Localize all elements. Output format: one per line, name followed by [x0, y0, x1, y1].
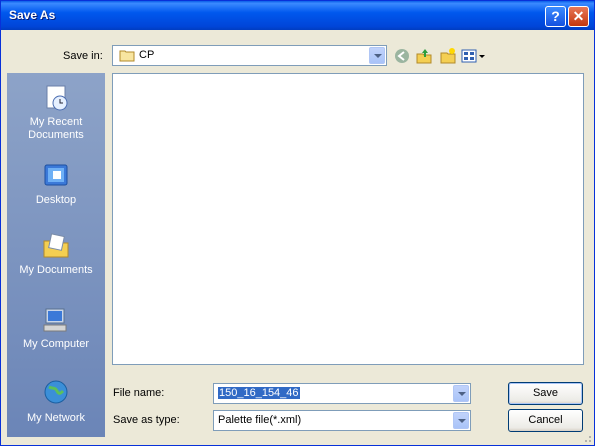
- save-as-dialog: Save As ? ✕ Save in: CP My Recent Docume…: [0, 0, 595, 446]
- file-name-value: 150_16_154_46: [218, 387, 300, 399]
- cancel-button[interactable]: Cancel: [508, 409, 583, 432]
- save-button[interactable]: Save: [508, 382, 583, 405]
- up-folder-icon[interactable]: [415, 47, 433, 65]
- folder-icon: [119, 48, 135, 65]
- place-desktop[interactable]: Desktop: [7, 161, 105, 207]
- save-in-label: Save in:: [63, 50, 103, 62]
- save-in-value: CP: [139, 49, 155, 61]
- window-title: Save As: [9, 8, 56, 22]
- file-name-input[interactable]: 150_16_154_46: [213, 383, 471, 404]
- place-my-documents[interactable]: My Documents: [7, 231, 105, 277]
- back-icon[interactable]: [393, 47, 411, 65]
- chevron-down-icon[interactable]: [453, 412, 469, 429]
- chevron-down-icon[interactable]: [369, 47, 385, 64]
- resize-grip-icon[interactable]: [582, 433, 592, 443]
- place-my-computer[interactable]: My Computer: [7, 305, 105, 351]
- save-as-type-dropdown[interactable]: Palette file(*.xml): [213, 410, 471, 431]
- views-menu-icon[interactable]: [461, 47, 487, 65]
- file-name-label: File name:: [113, 387, 165, 399]
- my-network-icon: [41, 379, 71, 409]
- place-my-recent-documents[interactable]: My Recent Documents: [7, 83, 105, 142]
- chevron-down-icon[interactable]: [453, 385, 469, 402]
- my-documents-icon: [41, 231, 71, 261]
- save-as-type-value: Palette file(*.xml): [218, 414, 302, 426]
- my-computer-icon: [41, 305, 71, 335]
- new-folder-icon[interactable]: [439, 47, 457, 65]
- close-button[interactable]: ✕: [568, 6, 589, 27]
- save-as-type-label: Save as type:: [113, 414, 180, 426]
- places-bar: My Recent Documents Desktop My Documents…: [7, 73, 105, 437]
- place-my-network[interactable]: My Network: [7, 379, 105, 425]
- help-button[interactable]: ?: [545, 6, 566, 27]
- recent-documents-icon: [41, 83, 71, 113]
- file-list[interactable]: [112, 73, 584, 365]
- title-bar[interactable]: Save As ? ✕: [1, 1, 594, 30]
- save-in-dropdown[interactable]: CP: [112, 45, 387, 66]
- desktop-icon: [41, 161, 71, 191]
